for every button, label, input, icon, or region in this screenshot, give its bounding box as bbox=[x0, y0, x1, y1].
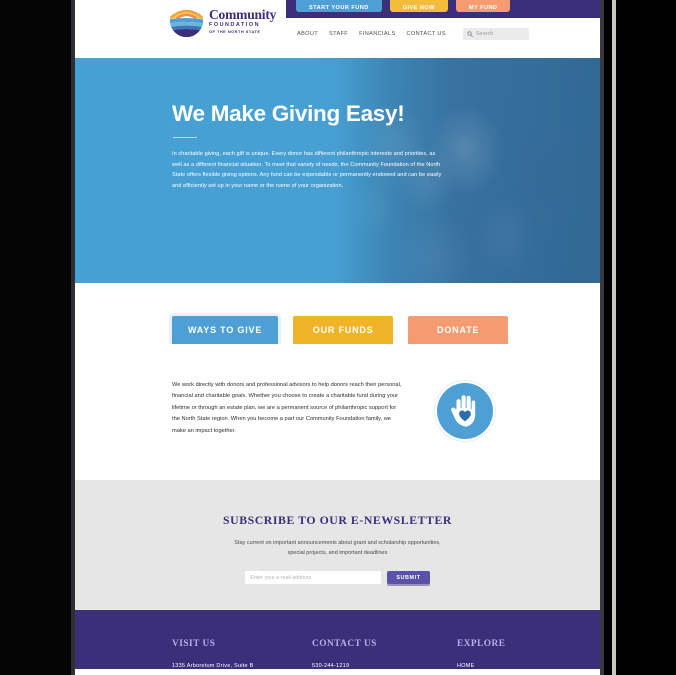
logo-subtitle-foundation: FOUNDATION bbox=[209, 21, 261, 28]
footer-column-contact-us: CONTACT US 530-244-1219 bbox=[312, 639, 457, 669]
hero-paragraph: In charitable giving, each gift is uniqu… bbox=[172, 151, 442, 190]
header-action-bar: START YOUR FUND GIVE NOW MY FUND bbox=[286, 0, 600, 18]
nav-item-contact-us[interactable]: CONTACT US bbox=[407, 31, 446, 37]
site-logo[interactable]: Community FOUNDATION OF THE NORTH STATE bbox=[168, 3, 276, 38]
logo-subtitle-region: OF THE NORTH STATE bbox=[209, 28, 261, 34]
my-fund-button[interactable]: MY FUND bbox=[455, 0, 511, 12]
site-footer: VISIT US 1335 Arboretum Drive, Suite B C… bbox=[75, 610, 600, 669]
footer-heading-contact-us: CONTACT US bbox=[312, 639, 377, 649]
start-your-fund-button[interactable]: START YOUR FUND bbox=[296, 0, 382, 12]
donate-button[interactable]: DONATE bbox=[408, 316, 509, 344]
hero-heading: We Make Giving Easy! bbox=[172, 101, 405, 126]
cta-button-row: WAYS TO GIVE OUR FUNDS DONATE bbox=[75, 283, 600, 344]
primary-navigation: ABOUT STAFF FINANCIALS CONTACT US Search bbox=[297, 28, 529, 40]
give-now-button[interactable]: GIVE NOW bbox=[389, 0, 448, 12]
intro-paragraph: We work directly with donors and profess… bbox=[172, 382, 402, 434]
footer-phone-link[interactable]: 530-244-1219 bbox=[312, 663, 457, 669]
hand-heart-badge bbox=[437, 383, 493, 439]
sun-waves-circle-logo-icon bbox=[169, 3, 204, 38]
newsletter-subtitle: Stay current on important announcements … bbox=[234, 540, 441, 557]
logo-title: Community bbox=[209, 6, 277, 22]
newsletter-submit-button[interactable]: SUBMIT bbox=[387, 571, 430, 585]
hero-content: We Make Giving Easy! In charitable givin… bbox=[75, 58, 600, 192]
nav-item-staff[interactable]: STAFF bbox=[329, 31, 348, 37]
site-header: START YOUR FUND GIVE NOW MY FUND Communi… bbox=[75, 0, 600, 58]
nav-item-about[interactable]: ABOUT bbox=[297, 31, 318, 37]
newsletter-heading: SUBSCRIBE TO OUR E-NEWSLETTER bbox=[223, 513, 452, 527]
footer-heading-explore: EXPLORE bbox=[457, 639, 506, 649]
nav-item-financials[interactable]: FINANCIALS bbox=[359, 31, 395, 37]
search-icon bbox=[467, 31, 473, 37]
logo-wordmark: Community FOUNDATION OF THE NORTH STATE bbox=[209, 8, 276, 34]
hand-heart-icon bbox=[450, 394, 477, 428]
ways-to-give-button[interactable]: WAYS TO GIVE bbox=[172, 316, 279, 344]
search-input-placeholder: Search bbox=[475, 31, 494, 37]
newsletter-form: SUBMIT bbox=[245, 571, 430, 585]
hero-section: We Make Giving Easy! In charitable givin… bbox=[75, 58, 600, 283]
newsletter-email-input[interactable] bbox=[245, 571, 382, 585]
footer-column-visit-us: VISIT US 1335 Arboretum Drive, Suite B bbox=[172, 639, 312, 669]
device-frame-right-highlight bbox=[612, 0, 616, 675]
footer-column-explore: EXPLORE HOME bbox=[457, 639, 577, 669]
hero-divider bbox=[173, 136, 197, 138]
footer-address: 1335 Arboretum Drive, Suite B bbox=[172, 663, 254, 669]
newsletter-section: SUBSCRIBE TO OUR E-NEWSLETTER Stay curre… bbox=[75, 480, 600, 610]
footer-link-home[interactable]: HOME bbox=[457, 663, 577, 669]
webpage-root: START YOUR FUND GIVE NOW MY FUND Communi… bbox=[75, 0, 600, 675]
screenshot-viewport: START YOUR FUND GIVE NOW MY FUND Communi… bbox=[0, 0, 676, 675]
search-box[interactable]: Search bbox=[462, 28, 529, 40]
intro-section: We work directly with donors and profess… bbox=[75, 344, 600, 439]
device-frame-left-bar bbox=[0, 0, 75, 675]
device-frame-right-edge bbox=[600, 0, 604, 675]
our-funds-button[interactable]: OUR FUNDS bbox=[293, 316, 394, 344]
footer-heading-visit-us: VISIT US bbox=[172, 639, 216, 649]
